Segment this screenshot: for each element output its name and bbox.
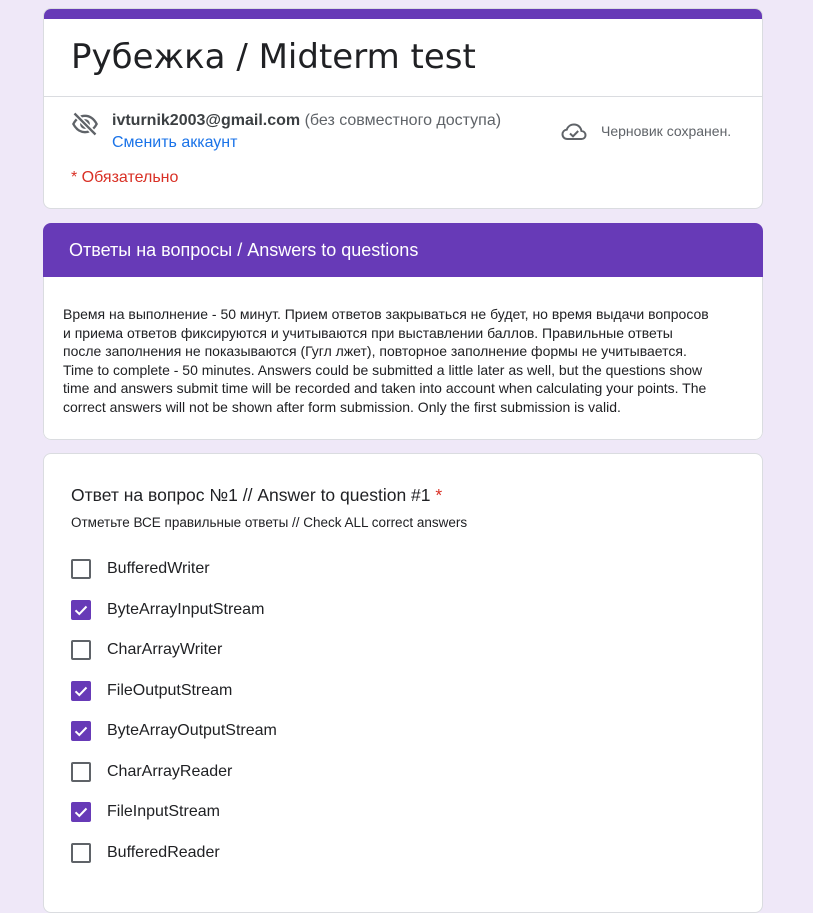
option-label: BufferedReader (107, 844, 220, 861)
option-label: BufferedWriter (107, 560, 210, 577)
section-card: Ответы на вопросы / Answers to questions… (43, 223, 763, 440)
question-title-text: Ответ на вопрос №1 // Answer to question… (71, 485, 431, 505)
form-title: Рубежка / Midterm test (71, 37, 476, 77)
account-email: ivturnik2003@gmail.com (112, 112, 301, 129)
draft-status: Черновик сохранен. (601, 123, 732, 139)
checkbox[interactable] (71, 762, 91, 782)
check-icon (74, 807, 88, 818)
checkbox[interactable] (71, 843, 91, 863)
question-help-text: Отметьте ВСЕ правильные ответы // Check … (71, 515, 468, 530)
visibility-off-icon (72, 111, 98, 137)
section-description: Время на выполнение - 50 минут. Прием от… (63, 306, 709, 415)
checkbox[interactable] (71, 640, 91, 660)
required-note: * Обязательно (71, 169, 179, 186)
question-card: Ответ на вопрос №1 // Answer to question… (43, 453, 763, 913)
checkbox-option[interactable]: CharArrayWriter (71, 638, 222, 662)
section-body: Время на выполнение - 50 минут. Прием от… (43, 277, 763, 440)
checkbox-option[interactable]: ByteArrayInputStream (71, 598, 264, 622)
option-label: FileOutputStream (107, 682, 233, 699)
switch-account-link[interactable]: Сменить аккаунт (112, 132, 237, 154)
checkbox[interactable] (71, 721, 91, 741)
checkbox-option[interactable]: FileInputStream (71, 800, 220, 824)
section-title: Ответы на вопросы / Answers to questions (43, 223, 763, 277)
divider (44, 96, 762, 97)
checkbox-option[interactable]: BufferedWriter (71, 557, 210, 581)
checkbox[interactable] (71, 802, 91, 822)
checkbox[interactable] (71, 681, 91, 701)
check-icon (74, 605, 88, 616)
checkbox-option[interactable]: CharArrayReader (71, 760, 232, 784)
required-asterisk: * (435, 485, 443, 505)
option-label: FileInputStream (107, 803, 220, 820)
account-sharing-status: (без совместного доступа) (304, 112, 502, 129)
cloud-done-icon (561, 123, 587, 140)
check-icon (74, 686, 88, 697)
account-info: ivturnik2003@gmail.com (без совместного … (112, 110, 501, 132)
form-header-card: Рубежка / Midterm test ivturnik2003@gmai… (43, 8, 763, 209)
checkbox-option[interactable]: BufferedReader (71, 841, 220, 865)
question-title: Ответ на вопрос №1 // Answer to question… (71, 483, 442, 507)
option-label: ByteArrayInputStream (107, 601, 265, 618)
checkbox[interactable] (71, 600, 91, 620)
option-label: CharArrayWriter (107, 641, 223, 658)
checkbox-option[interactable]: ByteArrayOutputStream (71, 719, 277, 743)
checkbox-option[interactable]: FileOutputStream (71, 679, 232, 703)
option-label: ByteArrayOutputStream (107, 722, 277, 739)
check-icon (74, 726, 88, 737)
option-label: CharArrayReader (107, 763, 233, 780)
checkbox[interactable] (71, 559, 91, 579)
accent-bar (44, 9, 762, 19)
